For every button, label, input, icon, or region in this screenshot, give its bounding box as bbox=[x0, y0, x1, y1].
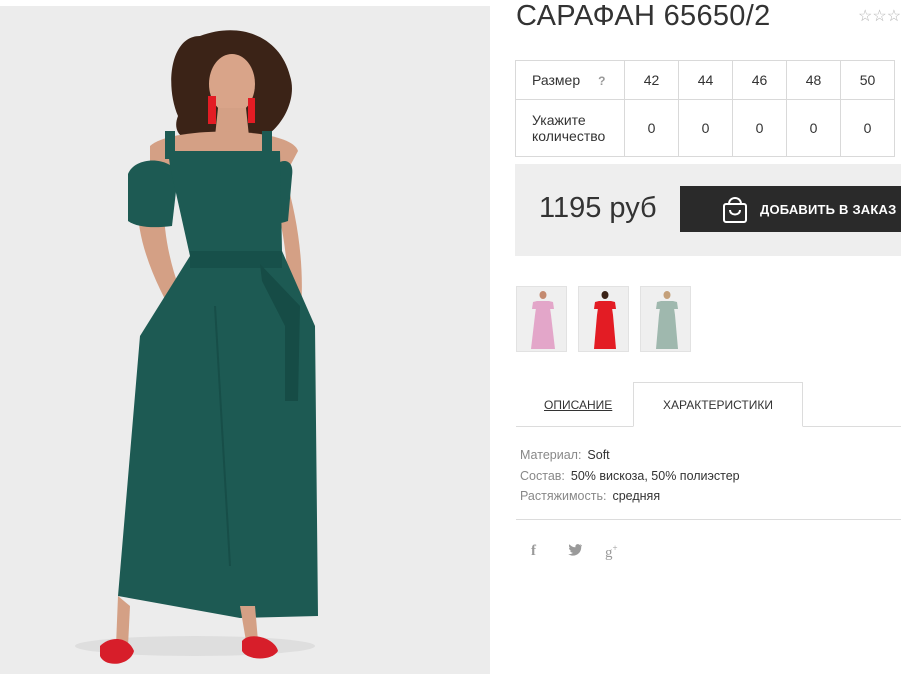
quantity-input-42[interactable]: 0 bbox=[624, 99, 679, 157]
quantity-input-46[interactable]: 0 bbox=[732, 99, 787, 157]
spec-value: 50% вискоза, 50% полиэстер bbox=[570, 468, 740, 483]
thumb-image bbox=[531, 291, 555, 349]
spec-row-stretch: Растяжимость: средняя bbox=[520, 486, 740, 507]
add-to-order-label: ДОБАВИТЬ В ЗАКАЗ bbox=[760, 201, 897, 217]
product-main-photo[interactable] bbox=[0, 6, 490, 674]
google-plus-icon[interactable]: g+ bbox=[605, 543, 618, 562]
spec-row-composition: Состав: 50% вискоза, 50% полиэстер bbox=[520, 466, 740, 487]
spec-key: Материал: bbox=[520, 448, 582, 462]
tab-description[interactable]: ОПИСАНИЕ bbox=[544, 398, 612, 412]
size-quantity-table: Размер? 42 44 46 48 50 Укажите количеств… bbox=[515, 60, 895, 157]
product-title: САРАФАН 65650/2 bbox=[516, 0, 771, 32]
divider bbox=[516, 519, 901, 520]
quantity-label-line1: Укажите bbox=[532, 112, 586, 128]
size-42: 42 bbox=[624, 60, 679, 100]
product-tabs: ОПИСАНИЕ ХАРАКТЕРИСТИКИ bbox=[516, 382, 901, 427]
size-48: 48 bbox=[786, 60, 841, 100]
tab-characteristics[interactable]: ХАРАКТЕРИСТИКИ bbox=[633, 382, 803, 427]
color-thumb-pink[interactable] bbox=[516, 286, 567, 352]
rating-stars[interactable]: ☆☆☆☆☆ bbox=[858, 6, 901, 26]
spec-key: Растяжимость: bbox=[520, 489, 607, 503]
price: 1195 руб bbox=[539, 192, 657, 224]
spec-key: Состав: bbox=[520, 468, 565, 483]
quantity-label-cell: Укажите количество bbox=[515, 99, 625, 157]
quantity-label-line2: количество bbox=[532, 128, 606, 144]
quantity-input-48[interactable]: 0 bbox=[786, 99, 841, 157]
help-icon[interactable]: ? bbox=[598, 74, 605, 88]
thumb-image bbox=[656, 291, 678, 349]
spec-row-material: Материал: Soft bbox=[520, 445, 740, 466]
size-50: 50 bbox=[840, 60, 895, 100]
size-label: Размер bbox=[532, 71, 581, 88]
buy-box: 1195 руб ДОБАВИТЬ В ЗАКАЗ bbox=[515, 164, 901, 256]
shopping-bag-icon bbox=[721, 194, 749, 224]
color-thumb-mint[interactable] bbox=[640, 286, 691, 352]
model-in-dress-image bbox=[0, 6, 490, 674]
quantity-input-44[interactable]: 0 bbox=[678, 99, 733, 157]
twitter-icon[interactable] bbox=[567, 543, 583, 561]
spec-value: Soft bbox=[587, 448, 610, 462]
size-row: Размер? 42 44 46 48 50 bbox=[515, 60, 895, 100]
quantity-row: Укажите количество 0 0 0 0 0 bbox=[515, 99, 895, 157]
quantity-input-50[interactable]: 0 bbox=[840, 99, 895, 157]
thumb-image bbox=[594, 291, 616, 349]
characteristics-list: Материал: Soft Состав: 50% вискоза, 50% по… bbox=[520, 445, 740, 507]
facebook-icon[interactable]: f bbox=[531, 543, 536, 560]
spec-value: средняя bbox=[612, 489, 661, 503]
color-thumb-red[interactable] bbox=[578, 286, 629, 352]
size-label-cell: Размер? bbox=[515, 60, 625, 100]
size-46: 46 bbox=[732, 60, 787, 100]
size-44: 44 bbox=[678, 60, 733, 100]
add-to-order-button[interactable]: ДОБАВИТЬ В ЗАКАЗ bbox=[680, 186, 901, 232]
